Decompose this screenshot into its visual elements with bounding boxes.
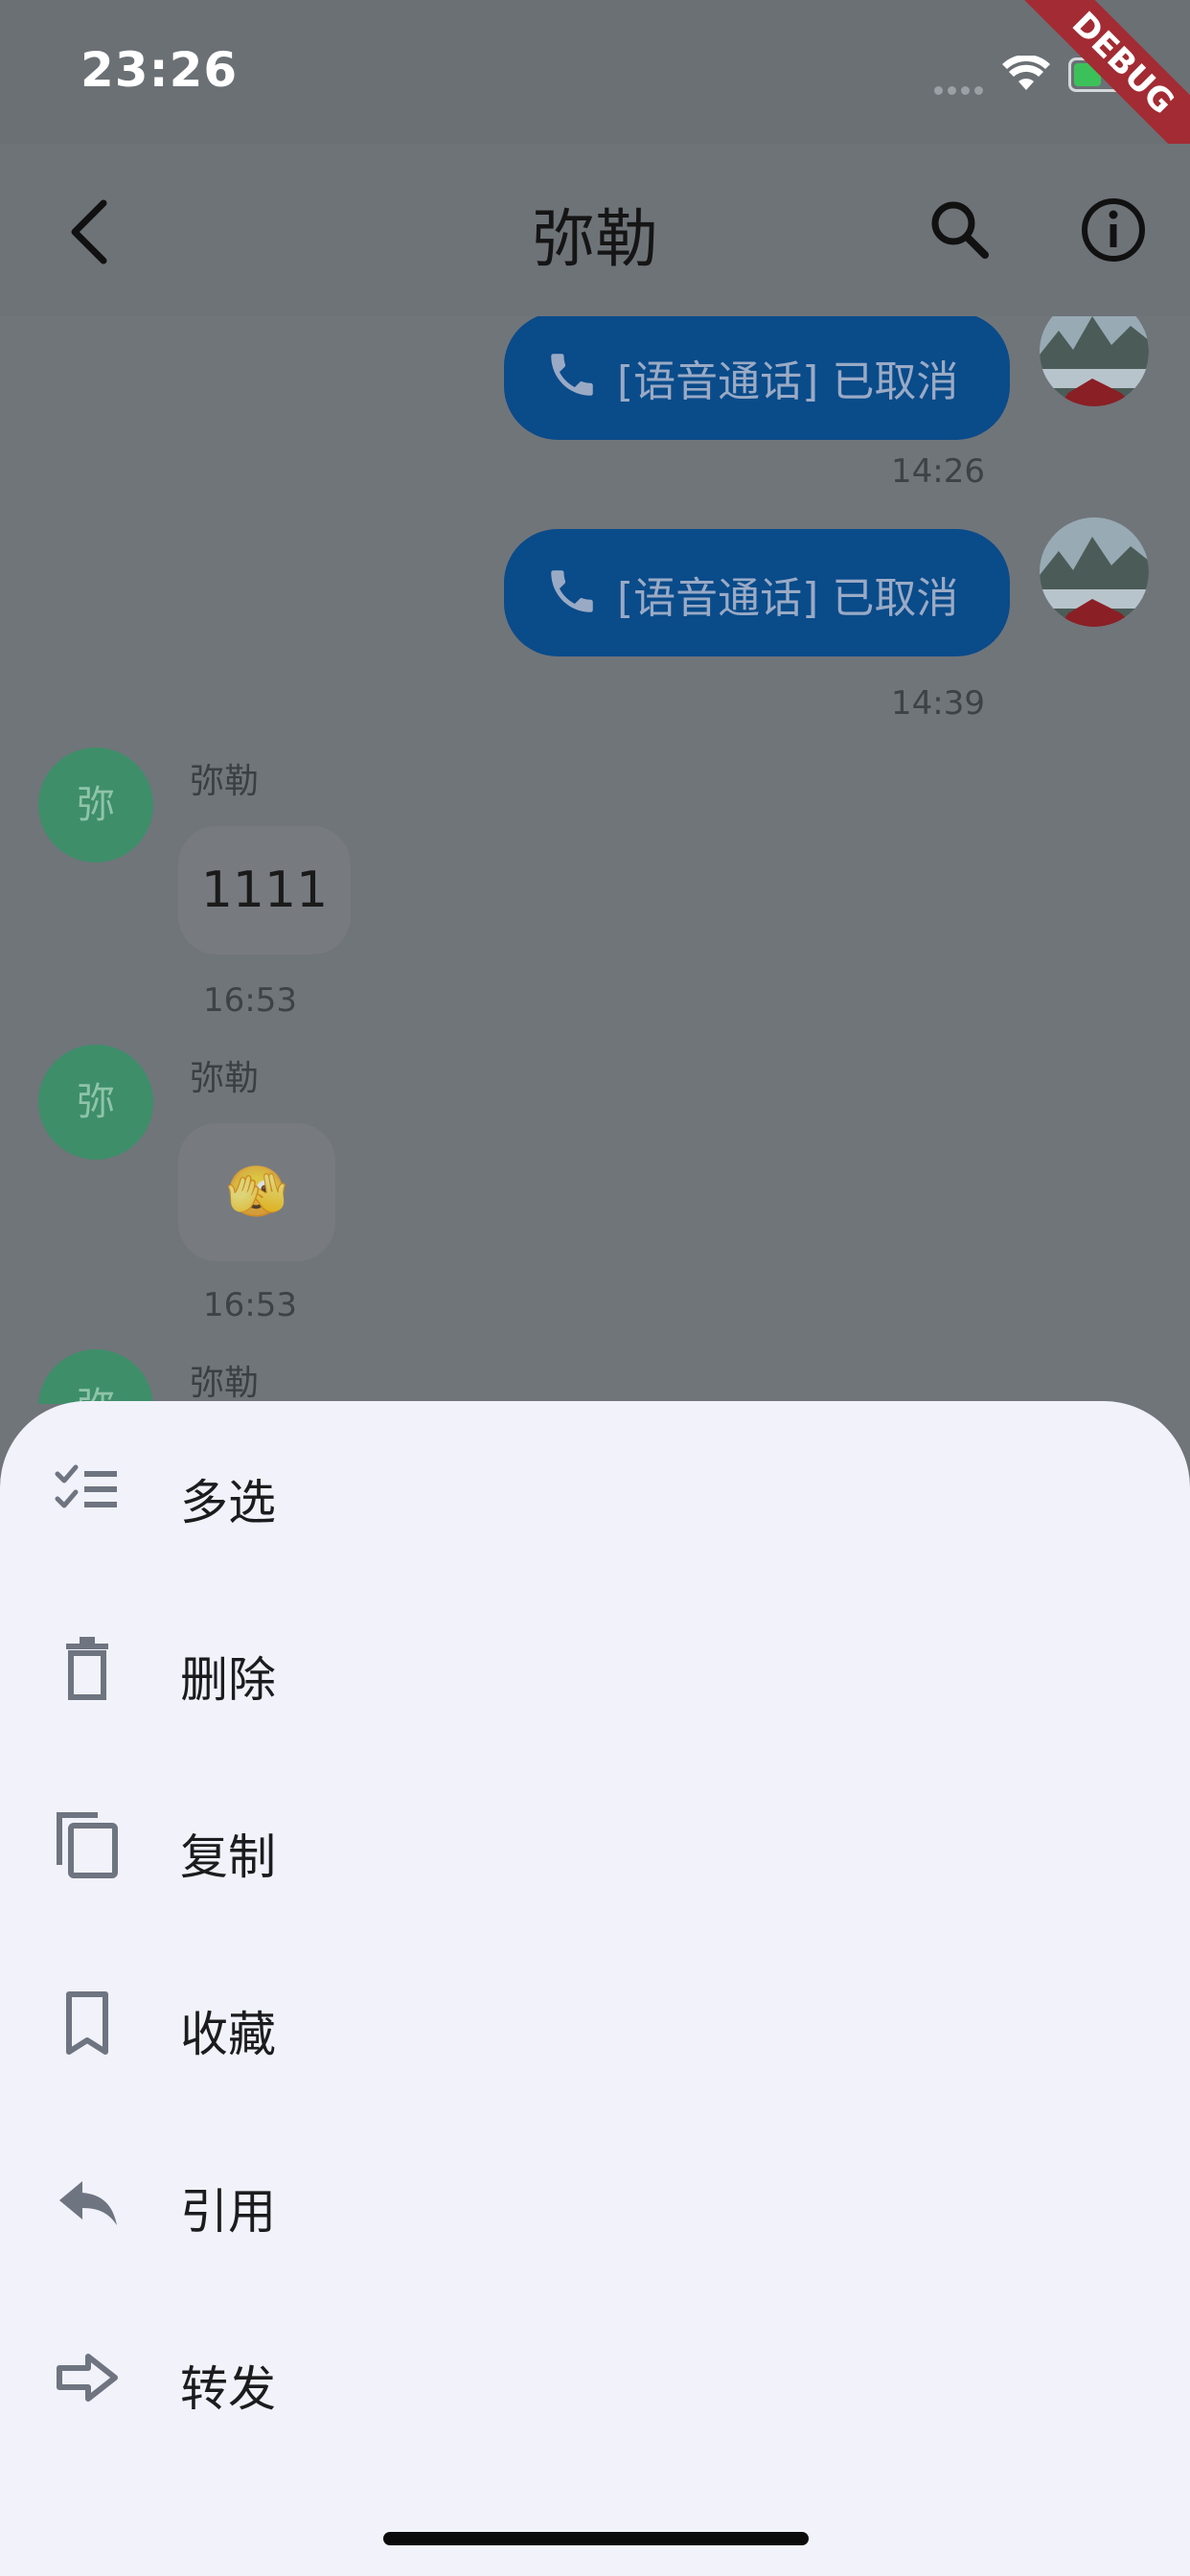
- message-time: 14:39: [891, 684, 985, 723]
- reply-icon: [59, 2181, 117, 2225]
- action-label: 引用: [180, 2184, 276, 2240]
- contact-avatar[interactable]: 弥: [38, 1045, 153, 1160]
- forward-arrow-icon: [57, 2354, 118, 2402]
- bookmark-icon: [66, 1991, 108, 2055]
- checklist-icon: [55, 1464, 117, 1508]
- action-label: 收藏: [180, 2007, 276, 2062]
- message-text: 1111: [200, 862, 329, 919]
- action-delete[interactable]: 删除: [0, 1578, 1190, 1756]
- sender-name: 弥勒: [190, 1364, 260, 1403]
- action-copy[interactable]: 复制: [0, 1756, 1190, 1933]
- message-text: [语音通话] 已取消: [617, 574, 959, 623]
- chat-screen: 23:26 DEBUG 弥勒 [语音通话] 已取消 14:26 [语音通话] 已…: [0, 0, 1190, 2576]
- cellular-signal-icon: [934, 80, 988, 99]
- self-avatar[interactable]: [1040, 316, 1149, 406]
- action-label: 多选: [180, 1475, 276, 1530]
- message-time: 14:26: [891, 452, 985, 491]
- status-bar: 23:26 DEBUG: [0, 0, 1190, 176]
- page-title: 弥勒: [532, 202, 658, 276]
- message-action-sheet: 多选 删除 复制 收藏 引用 转发: [0, 1401, 1190, 2576]
- status-time: 23:26: [80, 42, 239, 98]
- voice-call-bubble[interactable]: [语音通话] 已取消: [504, 529, 1010, 656]
- text-message-bubble[interactable]: 1111: [178, 826, 351, 954]
- phone-icon: [551, 570, 593, 612]
- phone-icon: [551, 354, 593, 396]
- contact-avatar[interactable]: 弥: [38, 748, 153, 862]
- sender-name: 弥勒: [190, 762, 260, 801]
- message-time: 16:53: [203, 1286, 297, 1324]
- emoji: 🫣: [225, 1163, 288, 1221]
- action-multi-select[interactable]: 多选: [0, 1401, 1190, 1578]
- contact-avatar[interactable]: 弥: [38, 1349, 153, 1404]
- voice-call-bubble[interactable]: [语音通话] 已取消: [504, 316, 1010, 440]
- action-label: 复制: [180, 1829, 276, 1885]
- self-avatar[interactable]: [1040, 518, 1149, 627]
- action-label: 删除: [180, 1652, 276, 1708]
- action-quote[interactable]: 引用: [0, 2110, 1190, 2288]
- message-time: 16:53: [203, 981, 297, 1020]
- action-label: 转发: [180, 2361, 276, 2417]
- info-icon[interactable]: [1075, 192, 1152, 268]
- copy-icon: [57, 1812, 118, 1878]
- wifi-icon: [1002, 56, 1050, 90]
- message-list[interactable]: [语音通话] 已取消 14:26 [语音通话] 已取消 14:39 弥 弥勒 1…: [0, 316, 1190, 1404]
- action-forward[interactable]: 转发: [0, 2288, 1190, 2465]
- emoji-message-bubble[interactable]: 🫣: [178, 1123, 335, 1261]
- sender-name: 弥勒: [190, 1059, 260, 1098]
- search-icon[interactable]: [922, 192, 998, 268]
- navigation-bar: 弥勒: [0, 144, 1190, 316]
- trash-icon: [66, 1637, 108, 1700]
- action-favorite[interactable]: 收藏: [0, 1933, 1190, 2110]
- home-indicator[interactable]: [383, 2532, 809, 2545]
- message-text: [语音通话] 已取消: [617, 357, 959, 406]
